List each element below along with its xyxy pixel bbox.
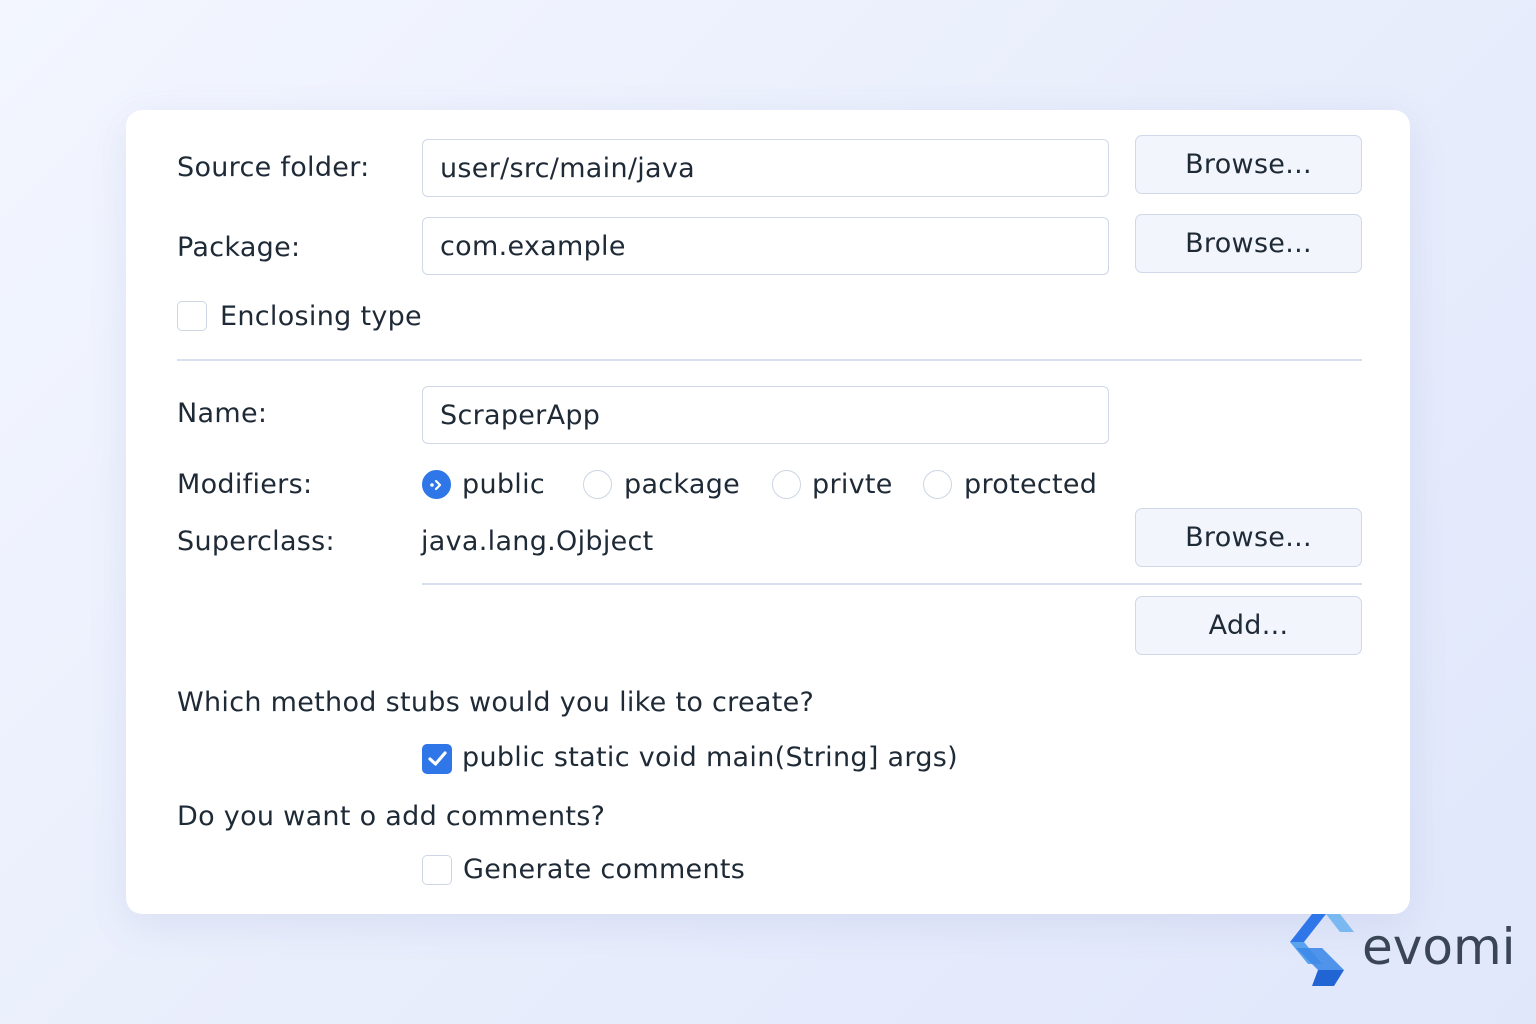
modifier-public-radio[interactable] — [422, 470, 451, 499]
evomi-logo-text: evomi — [1362, 918, 1516, 976]
comments-question: Do you want o add comments? — [177, 801, 606, 832]
generate-comments-checkbox[interactable] — [422, 855, 452, 885]
generate-comments-label: Generate comments — [463, 854, 746, 885]
main-method-label: public static void main(String] args) — [462, 742, 958, 773]
section-divider — [177, 359, 1362, 361]
modifier-private-label: privte — [812, 469, 893, 500]
modifier-private-radio[interactable] — [772, 470, 801, 499]
package-browse-button[interactable]: Browse... — [1135, 214, 1362, 273]
checkmark-icon — [428, 751, 447, 766]
source-folder-label: Source folder: — [177, 152, 370, 183]
evomi-logo: evomi — [1282, 912, 1516, 990]
source-folder-field[interactable] — [422, 139, 1109, 197]
package-label: Package: — [177, 232, 301, 263]
modifier-package-radio[interactable] — [583, 470, 612, 499]
method-stubs-question: Which method stubs would you like to cre… — [177, 687, 815, 718]
evomi-logo-icon — [1290, 914, 1354, 986]
modifier-protected-label: protected — [964, 469, 1098, 500]
radio-dot-icon — [430, 479, 442, 491]
modifier-public-label: public — [462, 469, 546, 500]
superclass-value: java.lang.Ojbject — [421, 526, 654, 557]
package-field[interactable] — [422, 217, 1109, 275]
add-interface-button[interactable]: Add... — [1135, 596, 1362, 655]
source-folder-browse-button[interactable]: Browse... — [1135, 135, 1362, 194]
enclosing-type-checkbox[interactable] — [177, 301, 207, 331]
modifier-package-label: package — [624, 469, 741, 500]
superclass-label: Superclass: — [177, 526, 335, 557]
enclosing-type-label: Enclosing type — [220, 301, 422, 332]
main-method-checkbox[interactable] — [422, 744, 452, 774]
new-class-dialog: Source folder: Browse... Package: Browse… — [126, 110, 1410, 914]
modifiers-label: Modifiers: — [177, 469, 313, 500]
superclass-browse-button[interactable]: Browse... — [1135, 508, 1362, 567]
name-label: Name: — [177, 398, 268, 429]
superclass-divider — [422, 583, 1362, 585]
name-field[interactable] — [422, 386, 1109, 444]
modifier-protected-radio[interactable] — [923, 470, 952, 499]
